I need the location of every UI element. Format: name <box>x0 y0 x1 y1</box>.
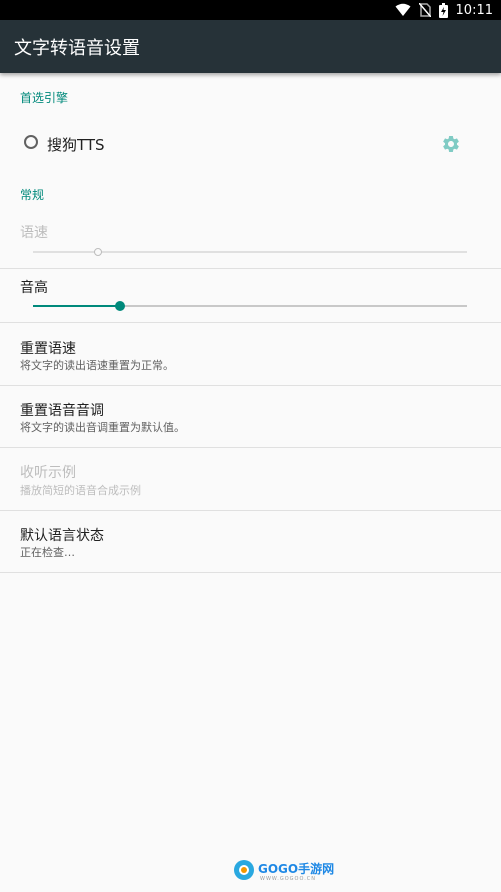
battery-icon <box>438 2 448 18</box>
listen-example-summary: 播放简短的语音合成示例 <box>20 484 141 497</box>
watermark-text: GOGO手游网 <box>258 862 335 876</box>
status-icons: 10:11 <box>395 2 493 18</box>
app-bar: 文字转语音设置 <box>0 20 501 73</box>
wifi-icon <box>395 3 411 16</box>
section-header-preferred-engine: 首选引擎 <box>20 91 69 105</box>
pitch-slider-fill <box>33 305 120 307</box>
watermark-subtext: WWW.GOGOO.CN <box>260 876 317 882</box>
page-title: 文字转语音设置 <box>14 38 140 59</box>
divider <box>0 572 501 573</box>
watermark-logo: GOGO手游网 WWW.GOGOO.CN <box>232 858 335 884</box>
pitch-title: 音高 <box>20 280 48 296</box>
status-bar: 10:11 <box>0 0 501 20</box>
divider <box>0 268 501 269</box>
status-time: 10:11 <box>455 2 493 18</box>
speech-rate-slider-fill <box>33 251 99 253</box>
reset-speech-rate-summary: 将文字的读出语速重置为正常。 <box>20 359 174 372</box>
section-header-general: 常规 <box>20 188 45 202</box>
listen-example-item: 收听示例 播放简短的语音合成示例 <box>0 448 501 510</box>
reset-pitch-title: 重置语音音调 <box>20 403 104 419</box>
reset-speech-rate-title: 重置语速 <box>20 341 76 357</box>
pitch-slider-thumb[interactable] <box>114 301 125 311</box>
speech-rate-slider-thumb <box>94 248 103 256</box>
engine-radio-button[interactable] <box>24 135 38 149</box>
default-language-status-summary: 正在检查… <box>20 546 75 559</box>
speech-rate-title: 语速 <box>20 225 48 241</box>
listen-example-title: 收听示例 <box>20 465 76 481</box>
no-sim-icon <box>418 3 431 17</box>
engine-settings-gear-icon[interactable] <box>441 134 461 154</box>
engine-label: 搜狗TTS <box>47 136 105 154</box>
default-language-status-title: 默认语言状态 <box>20 528 104 544</box>
reset-pitch-summary: 将文字的读出音调重置为默认值。 <box>20 421 185 434</box>
